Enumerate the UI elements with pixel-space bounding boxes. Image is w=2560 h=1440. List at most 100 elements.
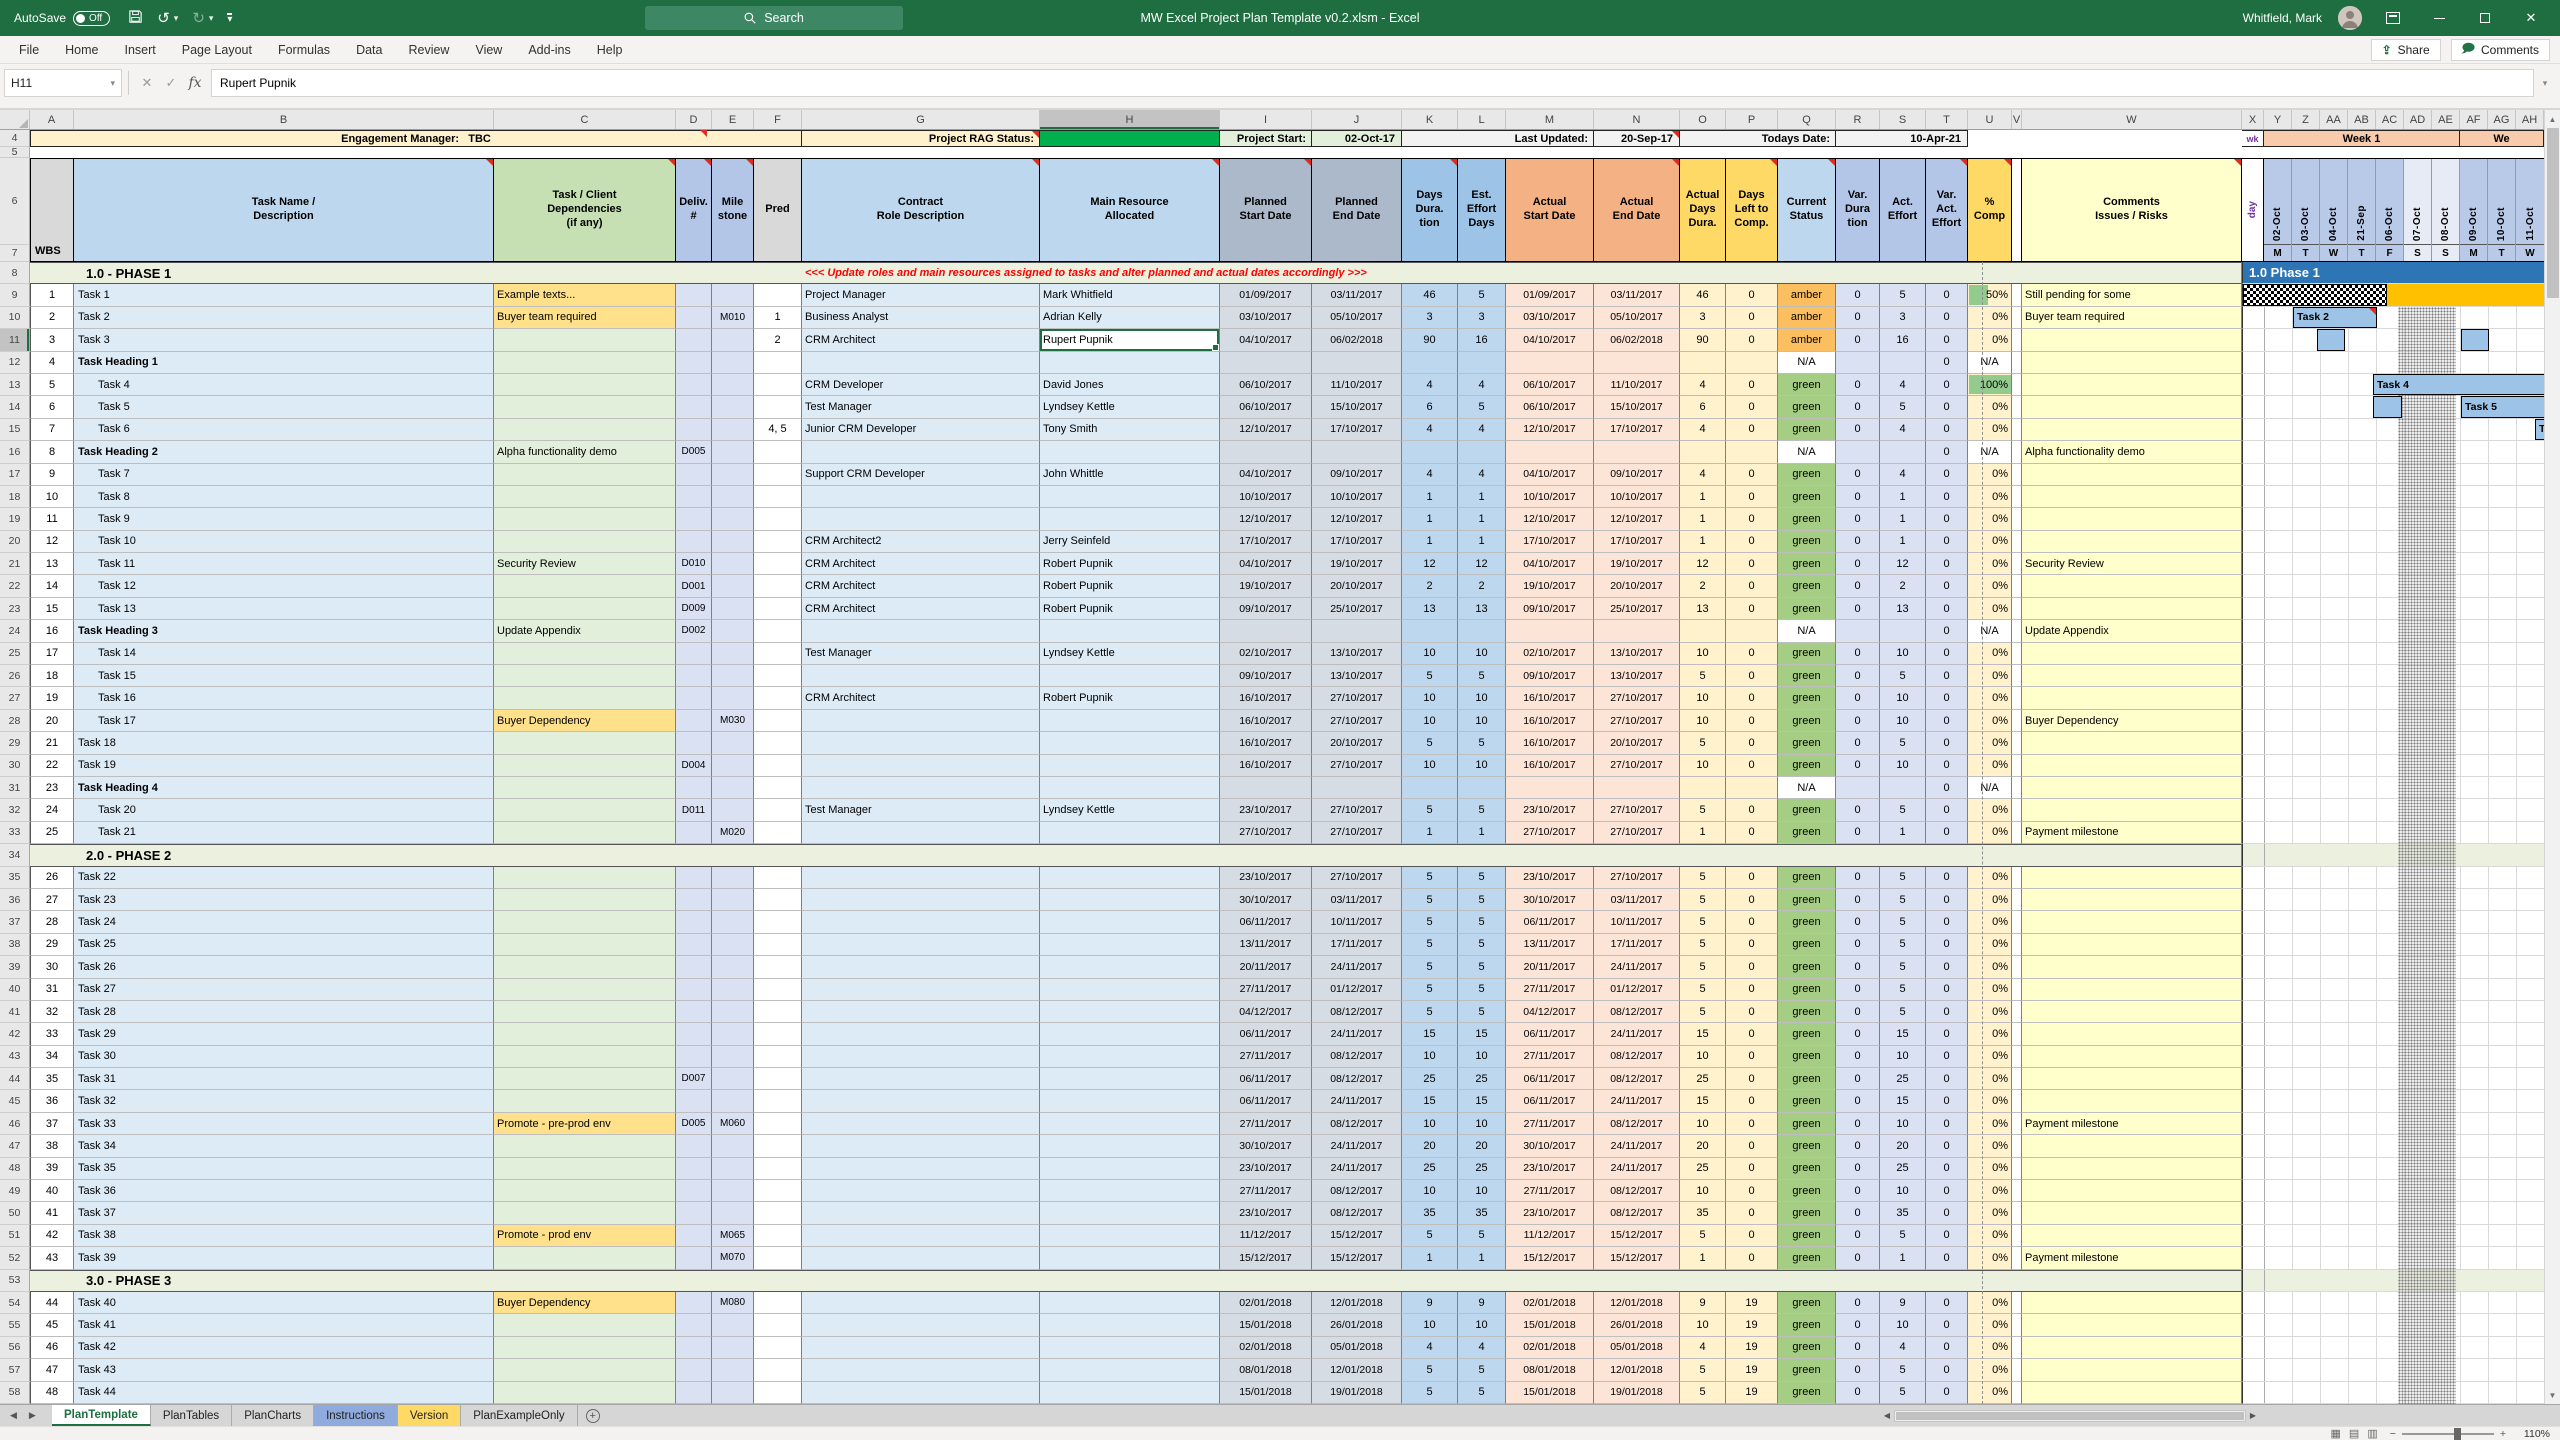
cell-D41[interactable] (676, 1000, 712, 1024)
phase-row[interactable]: 2.0 - PHASE 2 (30, 844, 2242, 867)
cell-J27[interactable]: 27/10/2017 (1312, 687, 1402, 710)
cell-V21[interactable] (2012, 553, 2022, 576)
cell-P33[interactable]: 0 (1726, 821, 1778, 845)
cell-N33[interactable]: 27/10/2017 (1594, 821, 1680, 845)
cell-M11[interactable]: 04/10/2017 (1506, 329, 1594, 352)
cell-H56[interactable] (1040, 1336, 1220, 1360)
cell-K36[interactable]: 5 (1402, 888, 1458, 912)
cell-S12[interactable] (1880, 351, 1926, 374)
cell-D44[interactable]: D007 (676, 1068, 712, 1091)
cell-O20[interactable]: 1 (1680, 530, 1726, 554)
cell-D25[interactable] (676, 642, 712, 666)
last-updated-value-cell[interactable]: 20-Sep-17 (1594, 130, 1680, 147)
cell-L41[interactable]: 5 (1458, 1000, 1506, 1024)
cell-U38[interactable]: 0% (1968, 933, 2012, 957)
col-header-C[interactable]: C (494, 110, 676, 129)
cell-M12[interactable] (1506, 351, 1594, 374)
cell-M15[interactable]: 12/10/2017 (1506, 418, 1594, 442)
cell-J39[interactable]: 24/11/2017 (1312, 956, 1402, 979)
cell-I13[interactable]: 06/10/2017 (1220, 373, 1312, 397)
cell-F24[interactable] (754, 620, 802, 643)
cell-K23[interactable]: 13 (1402, 597, 1458, 621)
cell-T29[interactable]: 0 (1926, 732, 1968, 755)
row-header-42[interactable]: 42 (0, 1023, 30, 1046)
cell-G11[interactable]: CRM Architect (802, 329, 1040, 352)
cell-O30[interactable]: 10 (1680, 754, 1726, 777)
cell-P45[interactable]: 0 (1726, 1090, 1778, 1113)
row-header-43[interactable]: 43 (0, 1045, 30, 1069)
cell-F33[interactable] (754, 821, 802, 845)
cell-A33[interactable]: 25 (30, 821, 74, 845)
cell-Q49[interactable]: green (1778, 1180, 1836, 1203)
cell-V43[interactable] (2012, 1045, 2022, 1069)
cell-C15[interactable] (494, 418, 676, 442)
cell-A20[interactable]: 12 (30, 530, 74, 554)
cell-S56[interactable]: 4 (1880, 1336, 1926, 1360)
cell-D33[interactable] (676, 821, 712, 845)
ribbon-tab-add-ins[interactable]: Add-ins (515, 36, 583, 63)
cell-G16[interactable] (802, 441, 1040, 464)
cell-A47[interactable]: 38 (30, 1135, 74, 1158)
cell-E44[interactable] (712, 1068, 754, 1091)
cell-L50[interactable]: 35 (1458, 1202, 1506, 1225)
cell-A54[interactable]: 44 (30, 1291, 74, 1315)
cell-M57[interactable]: 08/01/2018 (1506, 1359, 1594, 1382)
cell-E15[interactable] (712, 418, 754, 442)
cell-S58[interactable]: 5 (1880, 1381, 1926, 1404)
cell-V13[interactable] (2012, 373, 2022, 397)
cell-V28[interactable] (2012, 709, 2022, 733)
cell-D45[interactable] (676, 1090, 712, 1113)
cell-W17[interactable] (2022, 463, 2242, 486)
cell-J14[interactable]: 15/10/2017 (1312, 396, 1402, 419)
cell-C31[interactable] (494, 776, 676, 800)
ribbon-tab-home[interactable]: Home (52, 36, 111, 63)
cell-I23[interactable]: 09/10/2017 (1220, 597, 1312, 621)
cell-D20[interactable] (676, 530, 712, 554)
cell-R12[interactable] (1836, 351, 1880, 374)
cell-gantt-47[interactable] (2242, 1135, 2544, 1158)
cell-B10[interactable]: Task 2 (74, 306, 494, 330)
cell-L14[interactable]: 5 (1458, 396, 1506, 419)
cell-E29[interactable] (712, 732, 754, 755)
cell-L26[interactable]: 5 (1458, 665, 1506, 688)
cell-P37[interactable]: 0 (1726, 911, 1778, 934)
cell-C52[interactable] (494, 1247, 676, 1270)
cell-P39[interactable]: 0 (1726, 956, 1778, 979)
cell-N25[interactable]: 13/10/2017 (1594, 642, 1680, 666)
cell-S11[interactable]: 16 (1880, 329, 1926, 352)
cell-Q31[interactable]: N/A (1778, 776, 1836, 800)
cell-F26[interactable] (754, 665, 802, 688)
cell-V57[interactable] (2012, 1359, 2022, 1382)
cell-C57[interactable] (494, 1359, 676, 1382)
zoom-in-icon[interactable]: + (2500, 1428, 2506, 1440)
cell-T56[interactable]: 0 (1926, 1336, 1968, 1360)
cell-N16[interactable] (1594, 441, 1680, 464)
cell-F58[interactable] (754, 1381, 802, 1404)
cell-W28[interactable]: Buyer Dependency (2022, 709, 2242, 733)
cell-P48[interactable]: 0 (1726, 1157, 1778, 1181)
gantt-date-header[interactable]: 04-Oct W (2320, 159, 2348, 261)
cell-P35[interactable]: 0 (1726, 866, 1778, 889)
cell-V52[interactable] (2012, 1247, 2022, 1270)
col-header-P[interactable]: P (1726, 110, 1778, 129)
gantt-bar[interactable]: Task 2 (2293, 306, 2377, 329)
row-header-15[interactable]: 15 (0, 418, 30, 442)
cell-O50[interactable]: 35 (1680, 1202, 1726, 1225)
customize-quick-access-icon[interactable]: ▾ (227, 12, 233, 24)
cell-F41[interactable] (754, 1000, 802, 1024)
cell-W51[interactable] (2022, 1224, 2242, 1248)
cell-V58[interactable] (2012, 1381, 2022, 1404)
cell-D19[interactable] (676, 508, 712, 531)
cell-O55[interactable]: 10 (1680, 1314, 1726, 1337)
cell-E17[interactable] (712, 463, 754, 486)
cell-N14[interactable]: 15/10/2017 (1594, 396, 1680, 419)
cell-G17[interactable]: Support CRM Developer (802, 463, 1040, 486)
cell-E46[interactable]: M060 (712, 1112, 754, 1136)
col-header-W[interactable]: W (2022, 110, 2242, 129)
cell-B52[interactable]: Task 39 (74, 1247, 494, 1270)
cell-gantt-12[interactable] (2242, 351, 2544, 374)
cell-J18[interactable]: 10/10/2017 (1312, 485, 1402, 509)
cell-H29[interactable] (1040, 732, 1220, 755)
cell-A55[interactable]: 45 (30, 1314, 74, 1337)
cell-L44[interactable]: 25 (1458, 1068, 1506, 1091)
